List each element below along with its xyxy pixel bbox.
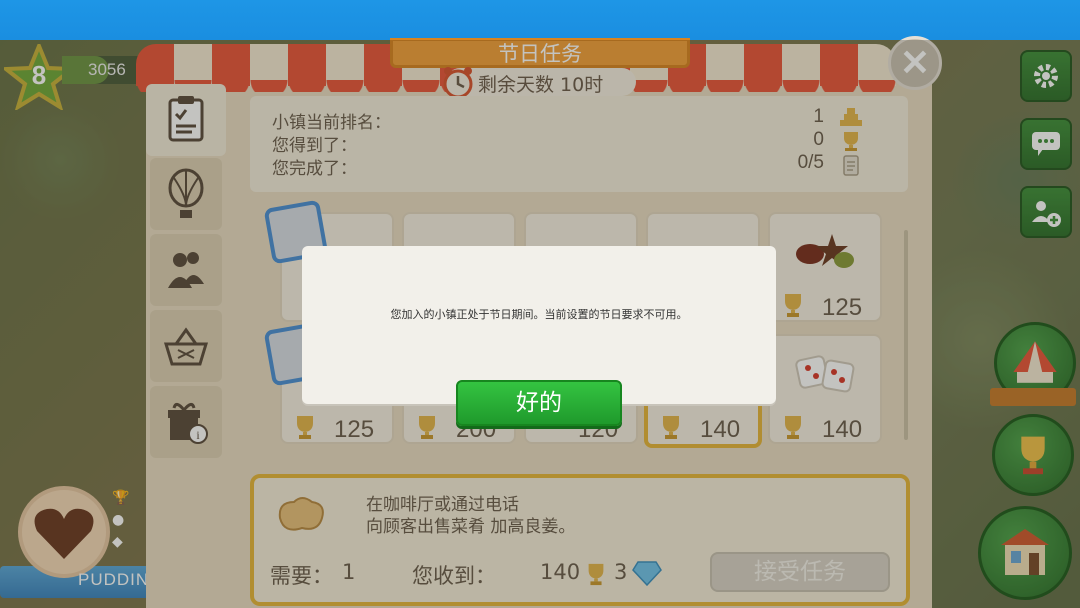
dialog-message: 您加入的小镇正处于节日期间。当前设置的节日要求不可用。	[390, 308, 688, 321]
ok-button[interactable]: 好的	[456, 380, 622, 426]
system-status-bar	[0, 0, 1080, 40]
